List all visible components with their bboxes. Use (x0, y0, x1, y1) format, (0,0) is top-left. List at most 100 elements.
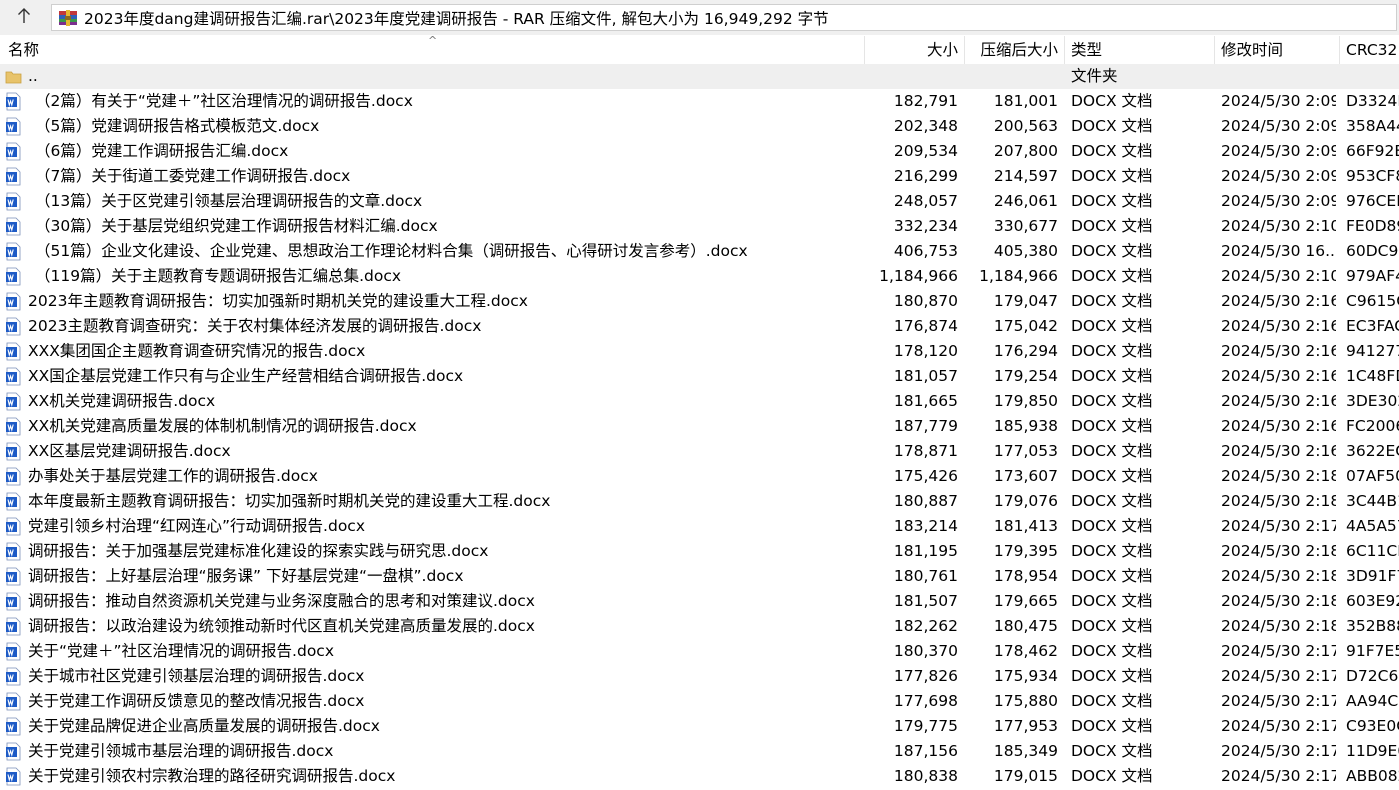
file-packed-size: 207,800 (993, 142, 1058, 160)
path-field[interactable]: 2023年度dang建调研报告汇编.rar\2023年度党建调研报告 - RAR… (51, 4, 1397, 31)
docx-file-icon (6, 617, 21, 636)
file-type: DOCX 文档 (1071, 592, 1153, 610)
file-row[interactable]: 调研报告：以政治建设为统领推动新时代区直机关党建高质量发展的.docx 182,2… (0, 614, 1399, 639)
column-name[interactable]: 名称 (8, 36, 858, 64)
file-type: DOCX 文档 (1071, 317, 1153, 335)
file-packed-size: 178,462 (993, 642, 1058, 660)
file-row[interactable]: 关于党建品牌促进企业高质量发展的调研报告.docx 179,775 177,953 D… (0, 714, 1399, 739)
file-size: 187,156 (893, 742, 958, 760)
file-row[interactable]: 关于党建引领城市基层治理的调研报告.docx 187,156 185,349 DOCX… (0, 739, 1399, 764)
file-row[interactable]: 关于城市社区党建引领基层治理的调研报告.docx 177,826 175,934 DO… (0, 664, 1399, 689)
file-row[interactable]: 调研报告：上好基层治理“服务课” 下好基层党建“一盘棋”.docx 180,761… (0, 564, 1399, 589)
file-crc32: D3324E (1346, 92, 1399, 110)
archive-path: 2023年度dang建调研报告汇编.rar\2023年度党建调研报告 - RAR… (84, 9, 829, 28)
file-modified: 2024/5/30 2:16 (1221, 392, 1336, 410)
file-packed-size: 177,053 (993, 442, 1058, 460)
file-row[interactable]: 关于党建引领农村宗教治理的路径研究调研报告.docx 180,838 179,015… (0, 764, 1399, 789)
file-row[interactable]: XXX集团国企主题教育调查研究情况的报告.docx 178,120 176,294 D… (0, 339, 1399, 364)
file-row[interactable]: （30篇）关于基层党组织党建工作调研报告材料汇编.docx 332,234 330,… (0, 214, 1399, 239)
docx-file-icon (6, 92, 21, 111)
file-row[interactable]: 党建引领乡村治理“红网连心”行动调研报告.docx 183,214 181,413 D… (0, 514, 1399, 539)
file-row[interactable]: XX区基层党建调研报告.docx 178,871 177,053 DOCX 文档 202… (0, 439, 1399, 464)
file-row[interactable]: XX国企基层党建工作只有与企业生产经营相结合调研报告.docx 181,057 17… (0, 364, 1399, 389)
file-name: （5篇）党建调研报告格式模板范文.docx (35, 117, 320, 135)
file-row[interactable]: 调研报告：推动自然资源机关党建与业务深度融合的思考和对策建议.docx 181,5… (0, 589, 1399, 614)
file-packed-size: 185,349 (993, 742, 1058, 760)
file-type: DOCX 文档 (1071, 692, 1153, 710)
file-size: 181,665 (893, 392, 958, 410)
file-row[interactable]: （13篇）关于区党建引领基层治理调研报告的文章.docx 248,057 246,0… (0, 189, 1399, 214)
file-list: .. 文件夹 （2篇）有关于“党建＋”社区治理情况的调研报告.docx 182,7… (0, 64, 1399, 790)
file-row[interactable]: （51篇）企业文化建设、企业党建、思想政治工作理论材料合集（调研报告、心得研讨发… (0, 239, 1399, 264)
file-size: 179,775 (893, 717, 958, 735)
file-crc32: 6C11CF (1346, 542, 1399, 560)
file-name: .. (28, 67, 38, 85)
file-type: DOCX 文档 (1071, 167, 1153, 185)
file-row[interactable]: （119篇）关于主题教育专题调研报告汇编总集.docx 1,184,966 1,18… (0, 264, 1399, 289)
column-size[interactable]: 大小 (866, 36, 958, 64)
file-row[interactable]: 2023年主题教育调研报告：切实加强新时期机关党的建设重大工程.docx 180,… (0, 289, 1399, 314)
file-type: DOCX 文档 (1071, 117, 1153, 135)
file-row[interactable]: XX机关党建调研报告.docx 181,665 179,850 DOCX 文档 2024… (0, 389, 1399, 414)
file-row[interactable]: （7篇）关于街道工委党建工作调研报告.docx 216,299 214,597 DOC… (0, 164, 1399, 189)
file-row[interactable]: 关于“党建＋”社区治理情况的调研报告.docx 180,370 178,462 DOC… (0, 639, 1399, 664)
docx-file-icon (6, 317, 21, 336)
file-size: 202,348 (893, 117, 958, 135)
file-name: 关于城市社区党建引领基层治理的调研报告.docx (28, 667, 365, 685)
file-name: 调研报告：上好基层治理“服务课” 下好基层党建“一盘棋”.docx (28, 567, 464, 585)
column-modified[interactable]: 修改时间 (1221, 36, 1336, 64)
file-size: 182,791 (893, 92, 958, 110)
file-crc32: 66F92B (1346, 142, 1399, 160)
file-name: 关于党建品牌促进企业高质量发展的调研报告.docx (28, 717, 380, 735)
file-row[interactable]: 调研报告：关于加强基层党建标准化建设的探索实践与研究思.docx 181,195 1… (0, 539, 1399, 564)
docx-file-icon (6, 267, 21, 286)
file-type: DOCX 文档 (1071, 267, 1153, 285)
file-name: XX机关党建调研报告.docx (28, 392, 216, 410)
file-row[interactable]: XX机关党建高质量发展的体制机制情况的调研报告.docx 187,779 185,9… (0, 414, 1399, 439)
file-name: 关于党建引领城市基层治理的调研报告.docx (28, 742, 334, 760)
file-size: 216,299 (893, 167, 958, 185)
file-row[interactable]: 办事处关于基层党建工作的调研报告.docx 175,426 173,607 DOCX … (0, 464, 1399, 489)
file-row[interactable]: 关于党建工作调研反馈意见的整改情况报告.docx 177,698 175,880 DO… (0, 689, 1399, 714)
column-divider[interactable] (1339, 36, 1340, 64)
file-size: 406,753 (893, 242, 958, 260)
file-crc32: D72C6E (1346, 667, 1399, 685)
file-modified: 2024/5/30 2:17 (1221, 642, 1336, 660)
file-name: 本年度最新主题教育调研报告：切实加强新时期机关党的建设重大工程.docx (28, 492, 551, 510)
file-row[interactable]: 2023主题教育调查研究：关于农村集体经济发展的调研报告.docx 176,874… (0, 314, 1399, 339)
file-crc32: 352B88 (1346, 617, 1399, 635)
docx-file-icon (6, 642, 21, 661)
file-size: 182,262 (893, 617, 958, 635)
file-size: 183,214 (893, 517, 958, 535)
column-divider[interactable] (864, 36, 865, 64)
file-modified: 2024/5/30 2:17 (1221, 742, 1336, 760)
file-row[interactable]: （5篇）党建调研报告格式模板范文.docx 202,348 200,563 DOCX … (0, 114, 1399, 139)
column-crc32[interactable]: CRC32 (1346, 36, 1399, 64)
file-row[interactable]: （2篇）有关于“党建＋”社区治理情况的调研报告.docx 182,791 181,0… (0, 89, 1399, 114)
up-button[interactable] (8, 3, 40, 29)
file-row[interactable]: 本年度最新主题教育调研报告：切实加强新时期机关党的建设重大工程.docx 180,… (0, 489, 1399, 514)
file-type: 文件夹 (1071, 67, 1118, 85)
file-type: DOCX 文档 (1071, 617, 1153, 635)
file-modified: 2024/5/30 2:09 (1221, 92, 1336, 110)
file-name: 2023主题教育调查研究：关于农村集体经济发展的调研报告.docx (28, 317, 482, 335)
column-divider[interactable] (964, 36, 965, 64)
column-packed-size[interactable]: 压缩后大小 (966, 36, 1058, 64)
file-packed-size: 181,001 (993, 92, 1058, 110)
file-crc32: EC3FAC (1346, 317, 1399, 335)
file-modified: 2024/5/30 2:18 (1221, 567, 1336, 585)
file-size: 175,426 (893, 467, 958, 485)
file-crc32: 941277 (1346, 342, 1399, 360)
file-name: XX国企基层党建工作只有与企业生产经营相结合调研报告.docx (28, 367, 464, 385)
file-packed-size: 179,015 (993, 767, 1058, 785)
file-crc32: 3D91F7 (1346, 567, 1399, 585)
file-row[interactable]: （6篇）党建工作调研报告汇编.docx 209,534 207,800 DOCX 文档… (0, 139, 1399, 164)
file-name: 调研报告：推动自然资源机关党建与业务深度融合的思考和对策建议.docx (28, 592, 535, 610)
file-size: 248,057 (893, 192, 958, 210)
column-divider[interactable] (1064, 36, 1065, 64)
file-crc32: 3622EC (1346, 442, 1399, 460)
column-divider[interactable] (1214, 36, 1215, 64)
column-type[interactable]: 类型 (1071, 36, 1211, 64)
file-type: DOCX 文档 (1071, 642, 1153, 660)
parent-folder-row[interactable]: .. 文件夹 (0, 64, 1399, 89)
